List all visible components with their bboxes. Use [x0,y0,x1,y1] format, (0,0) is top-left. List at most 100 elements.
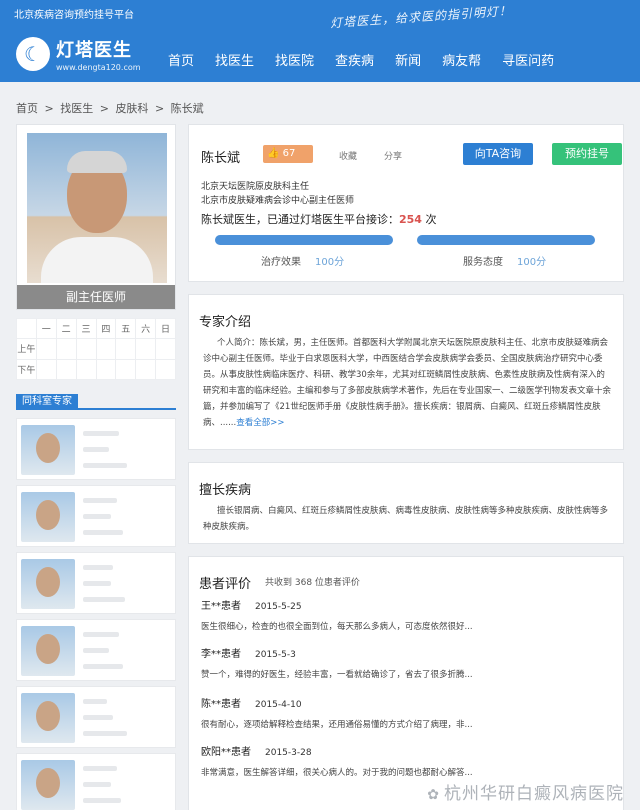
schedule-slot[interactable] [55,358,77,381]
schedule-slot[interactable] [35,338,57,360]
review-text: 赞一个，难得的好医生，经验丰富，一看就给确诊了，省去了很多折腾... [201,670,473,680]
schedule-slot[interactable] [115,358,137,381]
schedule-day: 二 [55,317,77,340]
view-all-link[interactable]: 查看全部>> [236,418,284,428]
nav-ask-doctor[interactable]: 寻医问药 [502,50,554,69]
review-item: 李**患者 2015-5-3 赞一个，难得的好医生，经验丰富，一看就给确诊了，省去… [201,645,611,680]
schedule-slot[interactable] [135,358,157,381]
wechat-icon: ✿ [427,787,440,803]
schedule-period: 上午 [16,338,37,360]
schedule-slot[interactable] [35,358,57,381]
review-item: 欧阳**患者 2015-3-28 非常满意，医生解答详细，很关心病人的。对于我的问… [201,743,611,778]
dept-expert-item[interactable] [16,686,176,748]
schedule-header-row: 一 二 三 四 五 六 日 [16,317,176,340]
schedule-slot[interactable] [75,338,97,360]
dept-expert-item[interactable] [16,619,176,681]
attitude-score-fill [417,235,595,245]
review-item: 陈**患者 2015-4-10 很有耐心，逐项给解释检查结果，还用通俗易懂的方式介… [201,695,611,730]
treatment-score: 100分 [315,257,345,268]
attitude-score: 100分 [517,257,547,268]
logo-url: www.dengta120.com [56,63,141,72]
dept-expert-item[interactable] [16,485,176,547]
visits-count: 254 [399,213,422,226]
schedule-slot[interactable] [135,338,157,360]
schedule-slot[interactable] [155,338,176,360]
reviews-count: 共收到 368 位患者评价 [265,578,360,588]
speciality-title: 擅长疾病 [199,483,252,498]
schedule-table: 一 二 三 四 五 六 日 上午 下午 [16,317,176,381]
review-user: 李**患者 [201,649,241,660]
attitude-score-bar [417,235,595,245]
doctor-name: 陈长斌 [201,151,241,166]
breadcrumb-find-doctor[interactable]: 找医生 [60,102,93,115]
logo-name: 灯塔医生 [56,40,132,61]
avatar [21,693,75,743]
schedule-slot[interactable] [75,358,97,381]
schedule-day: 五 [115,317,137,340]
review-date: 2015-4-10 [255,700,302,710]
nav-find-hospital[interactable]: 找医院 [275,50,314,69]
review-text: 非常满意，医生解答详细，很关心病人的。对于我的问题也都耐心解答... [201,768,473,778]
schedule-day: 一 [35,317,57,340]
schedule-slot[interactable] [115,338,137,360]
nav-find-doctor[interactable]: 找医生 [215,50,254,69]
breadcrumb-separator: > [154,102,165,115]
nav-diseases[interactable]: 查疾病 [335,50,374,69]
review-date: 2015-3-28 [265,748,312,758]
doctor-photo [27,133,167,283]
avatar [21,492,75,542]
avatar [21,559,75,609]
watermark: ✿ 杭州华研白癜风病医院 [427,779,624,804]
review-user: 王**患者 [201,601,241,612]
avatar [21,760,75,810]
treatment-label: 治疗效果 [261,257,301,268]
attitude-score-caption: 服务态度 100分 [463,253,546,268]
visits-suffix: 次 [421,213,437,226]
dept-expert-item[interactable] [16,753,176,810]
favorite-link[interactable]: 收藏 [339,149,357,162]
breadcrumb-home[interactable]: 首页 [16,102,38,115]
watermark-text: 杭州华研白癜风病医院 [444,784,624,804]
dept-experts-list [16,418,176,810]
attitude-label: 服务态度 [463,257,503,268]
nav-news[interactable]: 新闻 [395,50,421,69]
dept-expert-item[interactable] [16,552,176,614]
dept-expert-item[interactable] [16,418,176,480]
review-text: 医生很细心，检查的也很全面到位，每天那么多病人，可态度依然很好... [201,622,473,632]
patient-reviews-card: 患者评价 共收到 368 位患者评价 王**患者 2015-5-25 医生很细心，… [188,556,624,810]
schedule-day: 六 [135,317,157,340]
nav-home[interactable]: 首页 [168,50,194,69]
schedule-day: 四 [95,317,117,340]
review-date: 2015-5-25 [255,602,302,612]
treatment-score-caption: 治疗效果 100分 [261,253,344,268]
doctor-profile-card: 陈长斌 👍 67 收藏 分享 向TA咨询 预约挂号 北京天坛医院原皮肤科主任 北… [188,124,624,282]
treatment-score-bar [215,235,393,245]
visits-summary: 陈长斌医生，已通过灯塔医生平台接诊：254 次 [201,211,436,227]
expert-intro-card: 专家介绍 个人简介：陈长斌，男，主任医师。首都医科大学附属北京天坛医院原皮肤科主… [188,294,624,450]
review-user: 欧阳**患者 [201,747,251,758]
schedule-slot[interactable] [155,358,176,381]
review-date: 2015-5-3 [255,650,296,660]
breadcrumb-separator: > [99,102,109,115]
visits-prefix: 陈长斌医生，已通过灯塔医生平台接诊： [201,213,399,226]
breadcrumb: 首页 > 找医生 > 皮肤科 > 陈长斌 [16,100,207,116]
avatar [21,626,75,676]
avatar [21,425,75,475]
site-tagline: 北京疾病咨询预约挂号平台 [14,10,134,21]
schedule-slot[interactable] [95,338,117,360]
consult-button[interactable]: 向TA咨询 [463,143,533,165]
book-appointment-button[interactable]: 预约挂号 [552,143,622,165]
schedule-slot[interactable] [95,358,117,381]
schedule-row-afternoon: 下午 [16,358,176,381]
nav-patient-group[interactable]: 病友帮 [442,50,481,69]
schedule-row-morning: 上午 [16,338,176,360]
review-text: 很有耐心，逐项给解释检查结果，还用通俗易懂的方式介绍了病理，非... [201,720,473,730]
site-logo[interactable]: ☾ 灯塔医生 www.dengta120.com [16,36,141,72]
share-link[interactable]: 分享 [384,149,402,162]
breadcrumb-separator: > [44,102,54,115]
breadcrumb-dermatology[interactable]: 皮肤科 [115,102,148,115]
breadcrumb-current: 陈长斌 [170,102,204,115]
like-button[interactable]: 👍 67 [263,145,313,163]
thumbs-up-icon: 👍 [267,148,280,159]
schedule-slot[interactable] [55,338,77,360]
